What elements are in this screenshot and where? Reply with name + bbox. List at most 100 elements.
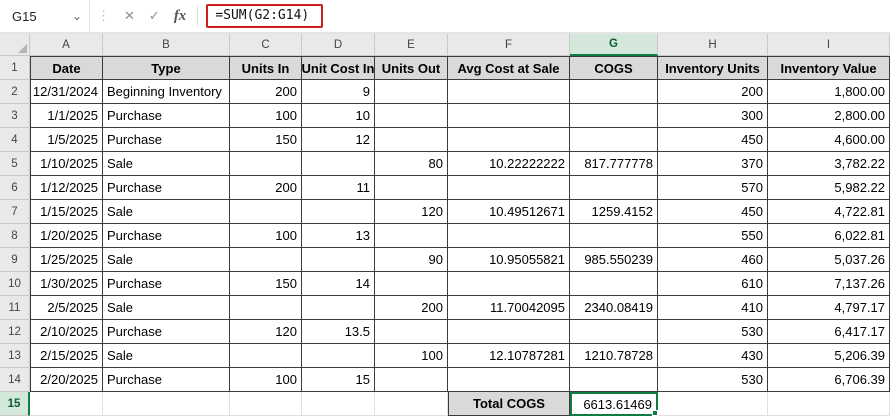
cell-H9[interactable]: 460 [658,248,768,272]
cell-E10[interactable] [375,272,448,296]
cell-C2[interactable]: 200 [230,80,302,104]
cell-D9[interactable] [302,248,375,272]
cell-G1[interactable]: COGS [570,56,658,80]
column-header-A[interactable]: A [30,34,103,56]
cell-B1[interactable]: Type [103,56,230,80]
cell-I4[interactable]: 4,600.00 [768,128,890,152]
cell-E1[interactable]: Units Out [375,56,448,80]
cell-H6[interactable]: 570 [658,176,768,200]
cell-B9[interactable]: Sale [103,248,230,272]
cell-I3[interactable]: 2,800.00 [768,104,890,128]
row-header-12[interactable]: 12 [0,320,30,344]
row-header-5[interactable]: 5 [0,152,30,176]
cell-A12[interactable]: 2/10/2025 [30,320,103,344]
column-header-H[interactable]: H [658,34,768,56]
cell-B11[interactable]: Sale [103,296,230,320]
row-header-2[interactable]: 2 [0,80,30,104]
cell-E12[interactable] [375,320,448,344]
cell-F12[interactable] [448,320,570,344]
cell-C11[interactable] [230,296,302,320]
cell-F9[interactable]: 10.95055821 [448,248,570,272]
cell-I11[interactable]: 4,797.17 [768,296,890,320]
row-header-15[interactable]: 15 [0,392,30,416]
cell-B10[interactable]: Purchase [103,272,230,296]
cell-D11[interactable] [302,296,375,320]
cell-H13[interactable]: 430 [658,344,768,368]
row-header-10[interactable]: 10 [0,272,30,296]
cell-D14[interactable]: 15 [302,368,375,392]
cell-G14[interactable] [570,368,658,392]
cell-H8[interactable]: 550 [658,224,768,248]
cell-B14[interactable]: Purchase [103,368,230,392]
cell-C9[interactable] [230,248,302,272]
formula-input[interactable]: =SUM(G2:G14) [206,0,890,32]
cell-C14[interactable]: 100 [230,368,302,392]
fill-handle[interactable] [652,410,658,416]
cell-F5[interactable]: 10.22222222 [448,152,570,176]
cell-C12[interactable]: 120 [230,320,302,344]
column-header-E[interactable]: E [375,34,448,56]
row-header-6[interactable]: 6 [0,176,30,200]
cell-I9[interactable]: 5,037.26 [768,248,890,272]
cell-E11[interactable]: 200 [375,296,448,320]
row-header-14[interactable]: 14 [0,368,30,392]
cell-H10[interactable]: 610 [658,272,768,296]
cell-A14[interactable]: 2/20/2025 [30,368,103,392]
cell-C10[interactable]: 150 [230,272,302,296]
cell-D15[interactable] [302,392,375,416]
cell-I14[interactable]: 6,706.39 [768,368,890,392]
cell-B7[interactable]: Sale [103,200,230,224]
cell-D2[interactable]: 9 [302,80,375,104]
cell-F8[interactable] [448,224,570,248]
cell-D4[interactable]: 12 [302,128,375,152]
cell-E15[interactable] [375,392,448,416]
cell-H15[interactable] [658,392,768,416]
cell-A1[interactable]: Date [30,56,103,80]
cell-H1[interactable]: Inventory Units [658,56,768,80]
cell-E14[interactable] [375,368,448,392]
cell-G4[interactable] [570,128,658,152]
column-header-F[interactable]: F [448,34,570,56]
cell-A7[interactable]: 1/15/2025 [30,200,103,224]
row-header-1[interactable]: 1 [0,56,30,80]
cell-D7[interactable] [302,200,375,224]
cell-B15[interactable] [103,392,230,416]
cell-D6[interactable]: 11 [302,176,375,200]
cell-D8[interactable]: 13 [302,224,375,248]
cell-B4[interactable]: Purchase [103,128,230,152]
cell-C7[interactable] [230,200,302,224]
cell-A3[interactable]: 1/1/2025 [30,104,103,128]
cell-B3[interactable]: Purchase [103,104,230,128]
cell-D3[interactable]: 10 [302,104,375,128]
cell-A8[interactable]: 1/20/2025 [30,224,103,248]
select-all-corner[interactable] [0,34,30,56]
cell-I8[interactable]: 6,022.81 [768,224,890,248]
name-box[interactable]: G15 ⌄ [0,0,90,32]
cell-A6[interactable]: 1/12/2025 [30,176,103,200]
cell-I13[interactable]: 5,206.39 [768,344,890,368]
insert-function-button[interactable]: fx [167,0,194,32]
cell-A2[interactable]: 12/31/2024 [30,80,103,104]
cell-A15[interactable] [30,392,103,416]
cell-G8[interactable] [570,224,658,248]
cell-B13[interactable]: Sale [103,344,230,368]
cell-G12[interactable] [570,320,658,344]
cell-H11[interactable]: 410 [658,296,768,320]
cell-E8[interactable] [375,224,448,248]
cell-B2[interactable]: Beginning Inventory [103,80,230,104]
row-header-9[interactable]: 9 [0,248,30,272]
row-header-3[interactable]: 3 [0,104,30,128]
cell-G3[interactable] [570,104,658,128]
cell-F2[interactable] [448,80,570,104]
cell-G11[interactable]: 2340.08419 [570,296,658,320]
column-header-B[interactable]: B [103,34,230,56]
enter-button[interactable]: ✓ [142,0,167,32]
cell-F6[interactable] [448,176,570,200]
row-header-7[interactable]: 7 [0,200,30,224]
chevron-down-icon[interactable]: ⌄ [72,10,82,22]
cell-E5[interactable]: 80 [375,152,448,176]
cell-I5[interactable]: 3,782.22 [768,152,890,176]
column-header-G[interactable]: G [570,34,658,56]
column-header-I[interactable]: I [768,34,890,56]
row-header-11[interactable]: 11 [0,296,30,320]
